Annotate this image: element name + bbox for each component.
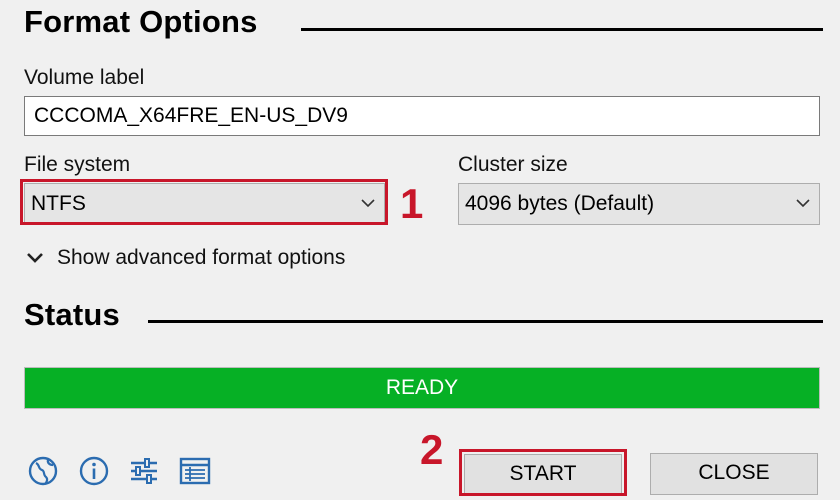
chevron-down-icon [796, 199, 810, 208]
step-marker-2: 2 [420, 426, 444, 473]
advanced-options-label: Show advanced format options [57, 246, 346, 269]
start-button-highlight [459, 449, 627, 496]
step-marker-1: 1 [400, 180, 424, 227]
status-progress-bar: READY [24, 367, 820, 409]
progress-status-text: READY [385, 376, 459, 399]
volume-label-input[interactable]: CCCOMA_X64FRE_EN-US_DV9 [24, 96, 820, 136]
cluster-size-dropdown[interactable]: 4096 bytes (Default) [458, 183, 820, 225]
close-button[interactable]: CLOSE [650, 453, 818, 495]
info-icon[interactable] [77, 454, 111, 488]
cluster-size-value: 4096 bytes (Default) [465, 192, 655, 215]
cluster-size-caption: Cluster size [458, 153, 568, 176]
status-title: Status [24, 297, 120, 332]
format-options-divider [301, 28, 823, 31]
globe-icon[interactable] [26, 454, 60, 488]
log-icon[interactable] [178, 454, 212, 488]
format-options-title: Format Options [24, 4, 258, 39]
file-system-highlight [20, 179, 388, 225]
file-system-caption: File system [24, 153, 131, 176]
chevron-down-icon [27, 253, 43, 263]
status-divider [148, 320, 823, 323]
advanced-options-toggle[interactable]: Show advanced format options [26, 244, 345, 272]
volume-label-caption: Volume label [24, 66, 145, 89]
settings-sliders-icon[interactable] [127, 454, 161, 488]
